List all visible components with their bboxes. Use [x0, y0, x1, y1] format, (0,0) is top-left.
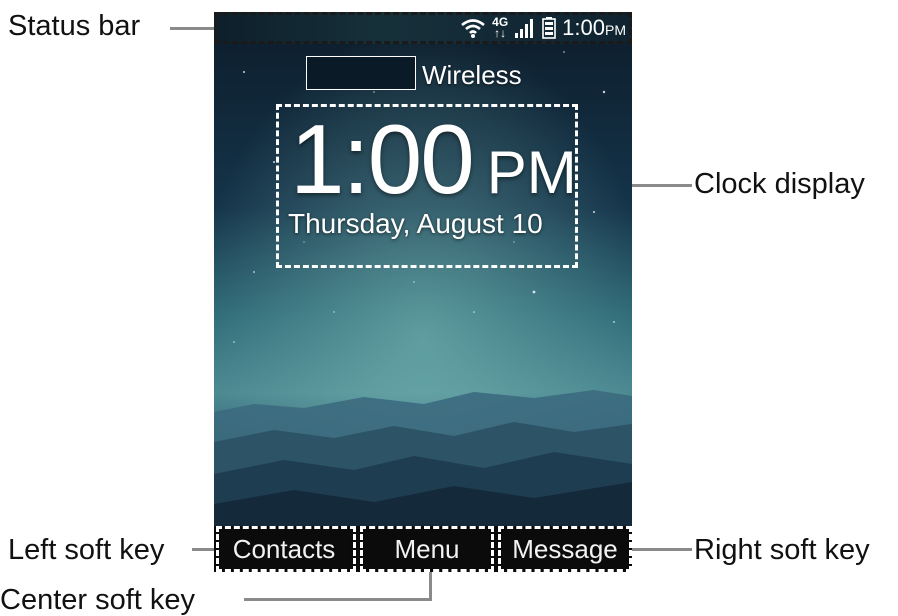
clock-display-outline — [276, 104, 578, 268]
center-soft-key-outline — [360, 526, 494, 572]
callout-center-soft-key: Center soft key — [0, 584, 196, 616]
callout-clock-display: Clock display — [694, 168, 865, 200]
status-bar-outline — [214, 12, 632, 44]
callout-status-bar: Status bar — [8, 10, 141, 42]
wallpaper-image — [214, 12, 632, 572]
right-soft-key-outline — [498, 526, 632, 572]
left-soft-key-outline — [216, 526, 356, 572]
leader-line-right-soft-key — [630, 548, 692, 551]
phone-screen: 4G ↑↓ 1:00PM Wireless 1:00 PM Thursday, … — [214, 12, 632, 572]
callout-left-soft-key: Left soft key — [8, 534, 165, 566]
carrier-logo-redacted — [306, 56, 416, 90]
leader-line-center-soft-key-h — [244, 598, 432, 601]
leader-line-status-bar — [170, 27, 218, 30]
callout-right-soft-key: Right soft key — [694, 534, 870, 566]
carrier-name: Wireless — [422, 60, 522, 90]
